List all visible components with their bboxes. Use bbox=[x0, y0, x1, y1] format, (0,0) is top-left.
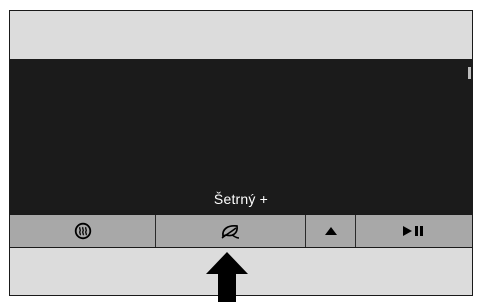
eco-button[interactable] bbox=[156, 215, 306, 247]
mode-label: Šetrný + bbox=[213, 191, 269, 207]
scroll-indicator[interactable] bbox=[468, 67, 471, 79]
leaf-icon bbox=[220, 222, 242, 240]
top-panel bbox=[10, 11, 472, 59]
button-bar bbox=[10, 214, 472, 248]
up-button[interactable] bbox=[306, 215, 356, 247]
page: Šetrný + bbox=[0, 0, 482, 307]
play-pause-button[interactable] bbox=[356, 215, 472, 247]
arrow-up-icon bbox=[206, 252, 248, 302]
triangle-up-icon bbox=[324, 227, 337, 235]
play-pause-icon bbox=[403, 226, 425, 236]
heat-waves-icon bbox=[74, 222, 92, 240]
heat-button[interactable] bbox=[10, 215, 156, 247]
display-area: Šetrný + bbox=[10, 59, 472, 214]
